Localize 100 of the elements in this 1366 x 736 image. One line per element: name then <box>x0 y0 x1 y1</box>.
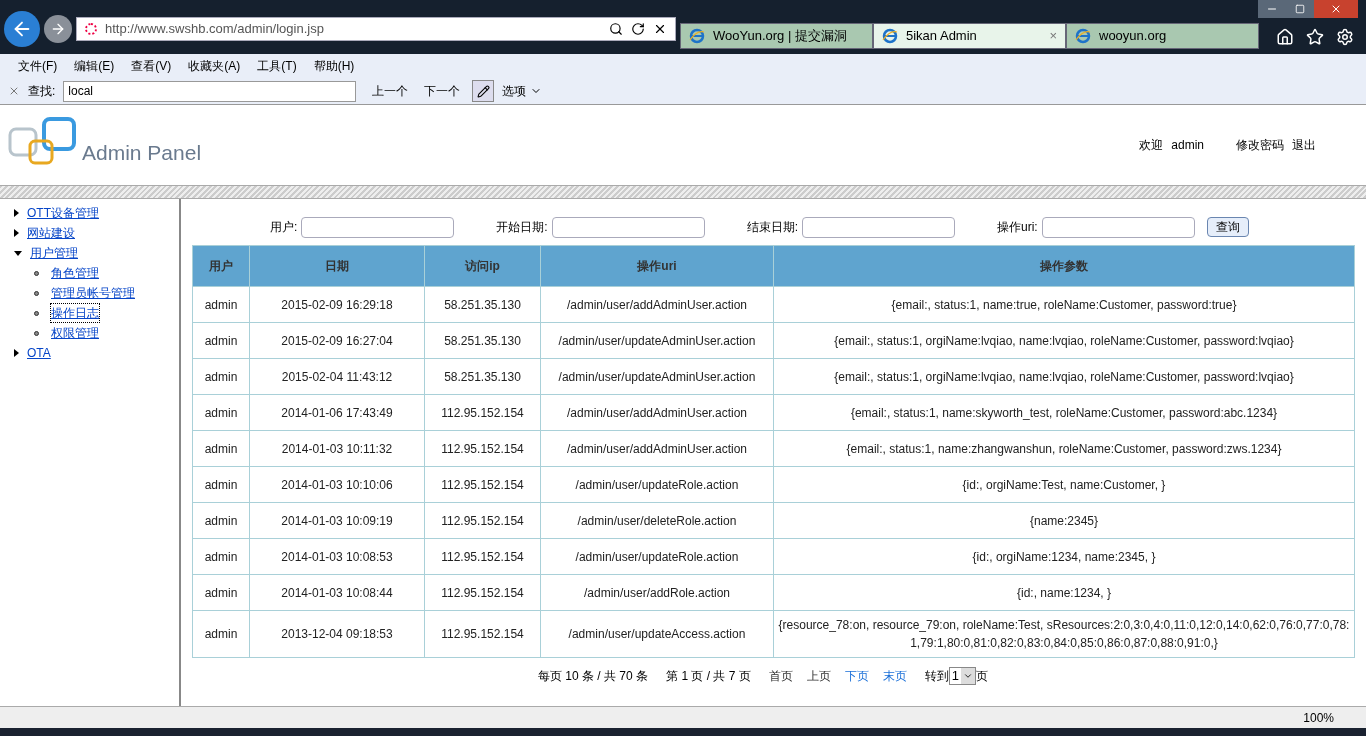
table-cell: 58.251.35.130 <box>424 322 541 359</box>
close-icon <box>653 22 667 36</box>
table-cell: 2014-01-06 17:43:49 <box>249 394 425 431</box>
table-cell: 2014-01-03 10:09:19 <box>249 502 425 539</box>
table-cell: /admin/user/updateAdminUser.action <box>540 322 774 359</box>
table-cell: {resource_78:on, resource_79:on, roleName:Test, sResources:2:0,3:0,4:0,11:0,12:0,14:0,62:0,76:0,77:0,78:1,79:1,80:0,81:0,82:0,83:0,84:0,85:0,86:0,87:0,88:0,91:0,} <box>773 610 1355 658</box>
table-cell: admin <box>192 502 250 539</box>
table-cell: admin <box>192 394 250 431</box>
maximize-icon <box>1295 4 1305 14</box>
table-cell: 112.95.152.154 <box>424 502 541 539</box>
page-select[interactable]: 1 <box>948 667 976 685</box>
table-cell: 112.95.152.154 <box>424 430 541 467</box>
user-name: admin <box>1171 137 1204 154</box>
column-header: 访问ip <box>424 245 541 287</box>
bullet-icon <box>34 270 39 276</box>
table-cell: admin <box>192 322 250 359</box>
next-button[interactable]: 下一个 <box>424 82 461 100</box>
table-cell: {email:, status:1, name:skyworth_test, roleName:Customer, password:abc.1234} <box>773 394 1355 431</box>
filter-input[interactable] <box>802 216 956 238</box>
refresh-icon <box>631 22 645 36</box>
sidebar-link[interactable]: 网站建设 <box>27 224 75 242</box>
globe-e-icon <box>689 28 705 44</box>
caret-right-icon[interactable] <box>14 209 19 217</box>
forward-button[interactable] <box>44 15 72 43</box>
previous-button[interactable]: 上一个 <box>372 82 409 100</box>
filter-input[interactable] <box>1041 216 1195 238</box>
column-header: 操作uri <box>540 245 774 287</box>
table-cell: /admin/user/updateRole.action <box>540 466 774 503</box>
globe-e-icon <box>882 28 898 44</box>
sidebar-link[interactable]: 权限管理 <box>51 324 99 342</box>
options-button[interactable]: 选项 <box>502 82 543 100</box>
close-icon <box>1330 3 1342 15</box>
table-cell: /admin/user/addAdminUser.action <box>540 394 774 431</box>
table-cell: 112.95.152.154 <box>424 610 541 658</box>
search-button[interactable]: 查询 <box>1206 217 1249 237</box>
page-info: 第 1 页 / 共 7 页 <box>666 668 751 685</box>
app-title: Admin Panel <box>82 140 202 167</box>
goto-label: 转到 <box>924 668 949 685</box>
filter-input[interactable] <box>301 216 455 238</box>
close-icon[interactable] <box>8 85 20 97</box>
maximize-button[interactable] <box>1286 0 1314 18</box>
browser-tab[interactable]: WooYun.org | 提交漏洞 <box>680 23 873 49</box>
home-icon[interactable] <box>1276 28 1294 46</box>
table-cell: {email:, status:1, name:zhangwanshun, roleName:Customer, password:zws.1234} <box>773 430 1355 467</box>
table-cell: /admin/user/addAdminUser.action <box>540 430 774 467</box>
address-bar[interactable]: http://www.swshb.com/admin/login.jsp <box>76 17 676 41</box>
table-cell: /admin/user/addRole.action <box>540 574 774 611</box>
table-cell: /admin/user/addAdminUser.action <box>540 286 774 323</box>
menu-item[interactable]: 帮助(H) <box>313 57 355 75</box>
column-header: 日期 <box>249 245 425 287</box>
sidebar-link[interactable]: 操作日志 <box>51 304 99 322</box>
caret-down-icon[interactable] <box>14 250 22 256</box>
back-button[interactable] <box>4 11 40 47</box>
menu-item[interactable]: 查看(V) <box>131 57 172 75</box>
settings-icon[interactable] <box>1336 28 1354 46</box>
table-cell: 58.251.35.130 <box>424 358 541 395</box>
column-header: 操作参数 <box>773 245 1355 287</box>
table-cell: /admin/user/updateAccess.action <box>540 610 774 658</box>
tab-label: wooyun.org <box>1099 27 1168 46</box>
browser-tab[interactable]: wooyun.org <box>1066 23 1259 49</box>
header-link[interactable]: 修改密码 <box>1236 136 1284 154</box>
menu-item[interactable]: 工具(T) <box>257 57 297 75</box>
table-cell: 2014-01-03 10:11:32 <box>249 430 425 467</box>
tab-label: 5ikan Admin <box>906 27 978 46</box>
caret-right-icon[interactable] <box>14 229 19 237</box>
browser-tab[interactable]: 5ikan Admin × <box>873 23 1066 49</box>
table-cell: {id:, orgiName:Test, name:Customer, } <box>773 466 1355 503</box>
table-cell: 2015-02-09 16:27:04 <box>249 322 425 359</box>
search-icon <box>609 22 623 36</box>
tab-close-button[interactable]: × <box>1049 26 1057 46</box>
filter-input[interactable] <box>551 216 705 238</box>
page-summary: 每页 10 条 / 共 70 条 <box>538 668 649 685</box>
menu-item[interactable]: 编辑(E) <box>74 57 115 75</box>
table-cell: {id:, orgiName:1234, name:2345, } <box>773 538 1355 575</box>
pagination-link[interactable]: 下页 <box>844 667 869 685</box>
menu-item[interactable]: 收藏夹(A) <box>188 57 241 75</box>
table-cell: 112.95.152.154 <box>424 466 541 503</box>
table-cell: /admin/user/deleteRole.action <box>540 502 774 539</box>
sidebar-link[interactable]: 管理员帐号管理 <box>51 284 135 302</box>
caret-right-icon[interactable] <box>14 349 19 357</box>
table-cell: {id:, name:1234, } <box>773 574 1355 611</box>
minimize-button[interactable] <box>1258 0 1286 18</box>
table-cell: admin <box>192 574 250 611</box>
table-cell: 2014-01-03 10:08:44 <box>249 574 425 611</box>
sidebar-link[interactable]: 用户管理 <box>30 244 78 262</box>
sidebar-link[interactable]: OTA <box>27 344 51 362</box>
filter-label: 结束日期: <box>746 219 799 236</box>
table-cell: {email:, status:1, orgiName:lvqiao, name:lvqiao, roleName:Customer, password:lvqiao} <box>773 322 1355 359</box>
sidebar-link[interactable]: OTT设备管理 <box>27 204 99 222</box>
highlight-button[interactable] <box>472 80 495 102</box>
table-cell: {email:, status:1, orgiName:lvqiao, name:lvqiao, roleName:Customer, password:lvqiao} <box>773 358 1355 395</box>
favorites-star-icon[interactable] <box>1306 28 1324 46</box>
menu-item[interactable]: 文件(F) <box>18 57 58 75</box>
table-cell: 112.95.152.154 <box>424 394 541 431</box>
sidebar-link[interactable]: 角色管理 <box>51 264 99 282</box>
find-input[interactable]: local <box>63 80 357 102</box>
table-cell: 2015-02-09 16:29:18 <box>249 286 425 323</box>
bullet-icon <box>34 310 39 316</box>
header-link[interactable]: 退出 <box>1292 136 1316 154</box>
pagination-link[interactable]: 末页 <box>882 667 907 685</box>
